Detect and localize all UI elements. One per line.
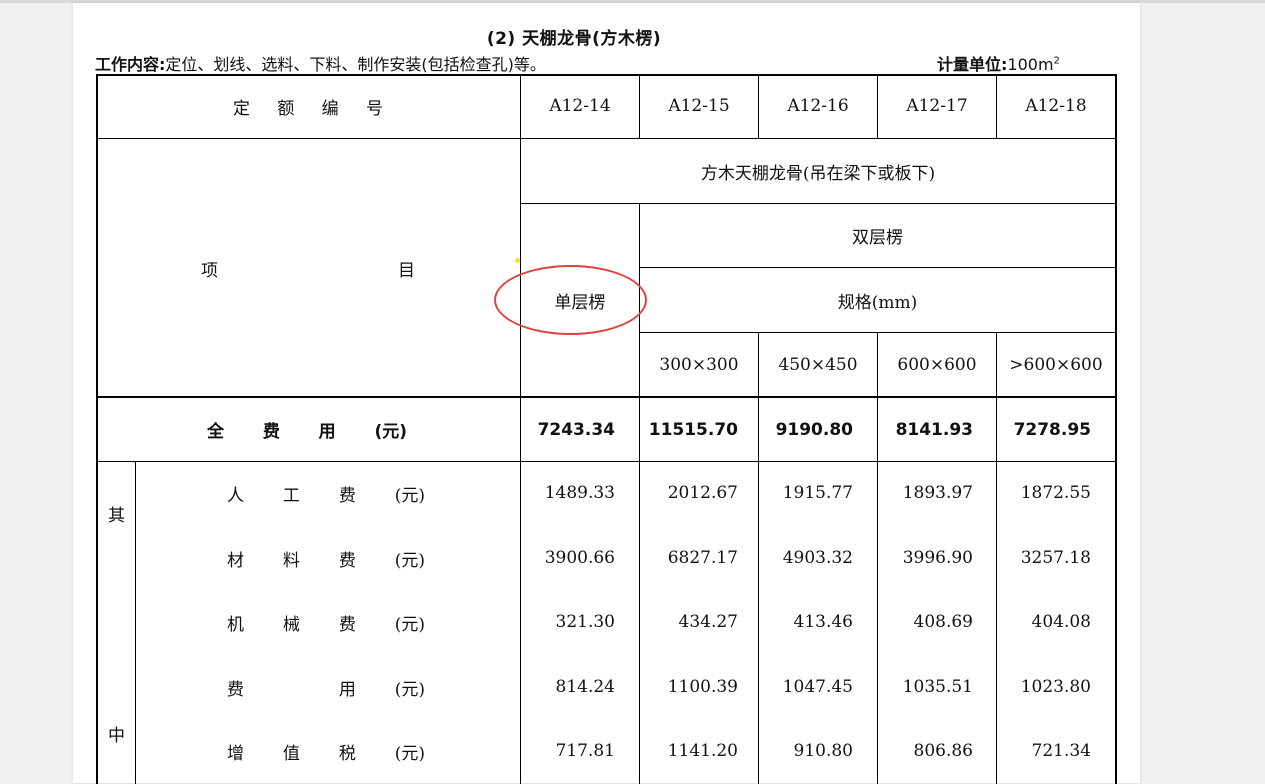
row-label-char: (元) xyxy=(394,614,425,635)
red-circle-annotation xyxy=(494,265,647,335)
row-label-char: 增 xyxy=(227,743,244,764)
value-cell: 814.24 xyxy=(555,677,615,697)
row-label-char: 费 xyxy=(338,485,356,506)
work-content-text: 定位、划线、选料、下料、制作安装(包括检查孔)等。 xyxy=(165,55,546,74)
group-header: 方木天棚龙骨(吊在梁下或板下) xyxy=(700,163,936,184)
row-label: 机 械 费 (元) xyxy=(227,590,425,654)
page-title: (2) 天棚龙骨(方木楞) xyxy=(486,29,662,49)
value-cell: 4903.32 xyxy=(782,548,853,568)
value-cell: 3900.66 xyxy=(544,548,615,568)
work-content-label: 工作内容: xyxy=(95,55,166,74)
row-label-char: 税 xyxy=(338,743,356,764)
value-cell: 413.46 xyxy=(793,612,853,632)
yellow-marker xyxy=(515,258,520,263)
row-label-char: 械 xyxy=(282,614,300,635)
value-cell: 3257.18 xyxy=(1020,548,1091,568)
total-label-char: 费 xyxy=(262,422,280,442)
row-label-char: 材 xyxy=(227,550,244,571)
code-header-char: 编 xyxy=(321,98,339,119)
code-header-char: 定 xyxy=(233,98,250,119)
code-header: 定 额 编 号 xyxy=(233,74,383,138)
value-cell: 910.80 xyxy=(793,741,853,761)
value-cell: 2012.67 xyxy=(667,483,738,503)
total-label-char: (元) xyxy=(374,422,407,442)
value-cell: 6827.17 xyxy=(667,548,738,568)
code-cell: A12-17 xyxy=(906,96,968,116)
row-label-char: 料 xyxy=(282,550,300,571)
measure-unit-value: 100m xyxy=(1007,55,1054,74)
measure-unit-sup: 2 xyxy=(1053,55,1060,67)
code-cell: A12-15 xyxy=(668,96,730,116)
value-cell: 1872.55 xyxy=(1020,483,1091,503)
row-label-char: 费 xyxy=(338,550,356,571)
spec-cell: 600×600 xyxy=(897,354,977,375)
row-label-char: (元) xyxy=(394,679,425,700)
value-cell: 1893.97 xyxy=(902,483,973,503)
spec-header: 规格(mm) xyxy=(837,292,918,313)
total-cell: 11515.70 xyxy=(648,419,738,440)
total-label-char: 用 xyxy=(318,422,336,442)
value-cell: 408.69 xyxy=(913,612,973,632)
row-label: 增 值 税 (元) xyxy=(227,719,425,783)
row-label: 费 用 (元) xyxy=(227,655,425,719)
row-label-char: 人 xyxy=(227,485,244,506)
spec-cell: >600×600 xyxy=(1009,354,1103,375)
row-label-char: 机 xyxy=(227,614,244,635)
value-cell: 717.81 xyxy=(555,741,615,761)
item-header-char: 目 xyxy=(398,260,415,281)
code-cell: A12-14 xyxy=(549,96,611,116)
value-cell: 3996.90 xyxy=(902,548,973,568)
value-cell: 434.27 xyxy=(678,612,738,632)
total-cell: 7278.95 xyxy=(1013,419,1091,440)
value-cell: 1915.77 xyxy=(782,483,853,503)
value-cell: 1100.39 xyxy=(667,677,738,697)
measure-unit: 计量单位:100m2 xyxy=(937,51,1060,75)
code-header-char: 号 xyxy=(365,98,383,119)
value-cell: 1489.33 xyxy=(544,483,615,503)
item-header: 项 目 xyxy=(201,253,415,283)
total-label: 全 费 用 (元) xyxy=(207,398,407,461)
work-content: 工作内容:定位、划线、选料、下料、制作安装(包括检查孔)等。 xyxy=(95,51,546,75)
code-cell: A12-16 xyxy=(787,96,849,116)
value-cell: 1035.51 xyxy=(902,677,973,697)
total-cell: 8141.93 xyxy=(895,419,973,440)
total-cell: 9190.80 xyxy=(775,419,853,440)
value-cell: 721.34 xyxy=(1031,741,1091,761)
row-label: 人 工 费 (元) xyxy=(227,461,425,525)
measure-unit-label: 计量单位: xyxy=(937,55,1008,74)
row-label-char: (元) xyxy=(394,743,425,764)
code-cell: A12-18 xyxy=(1025,96,1087,116)
row-label-char: (元) xyxy=(394,550,425,571)
value-cell: 806.86 xyxy=(913,741,973,761)
value-cell: 321.30 xyxy=(555,612,615,632)
row-label: 材 料 费 (元) xyxy=(227,526,425,590)
value-cell: 1023.80 xyxy=(1020,677,1091,697)
value-cell: 1047.45 xyxy=(782,677,853,697)
row-label-char: 费 xyxy=(338,614,356,635)
row-label-char: 用 xyxy=(338,679,356,700)
total-cell: 7243.34 xyxy=(537,419,615,440)
document-page: (2) 天棚龙骨(方木楞) 工作内容:定位、划线、选料、下料、制作安装(包括检查… xyxy=(73,3,1140,784)
side-label-bottom: 中 xyxy=(108,725,125,746)
row-label-char: (元) xyxy=(394,485,425,506)
spec-cell: 300×300 xyxy=(659,354,739,375)
spec-cell: 450×450 xyxy=(778,354,858,375)
side-label-top: 其 xyxy=(108,505,125,526)
double-layer-header: 双层楞 xyxy=(852,228,903,248)
total-label-char: 全 xyxy=(207,422,224,442)
value-cell: 1141.20 xyxy=(667,741,738,761)
code-header-char: 额 xyxy=(277,98,295,119)
row-label-char: 值 xyxy=(282,743,300,764)
row-label-char: 费 xyxy=(227,679,244,700)
row-label-char: 工 xyxy=(282,485,300,506)
value-cell: 404.08 xyxy=(1031,612,1091,632)
item-header-char: 项 xyxy=(201,260,218,281)
